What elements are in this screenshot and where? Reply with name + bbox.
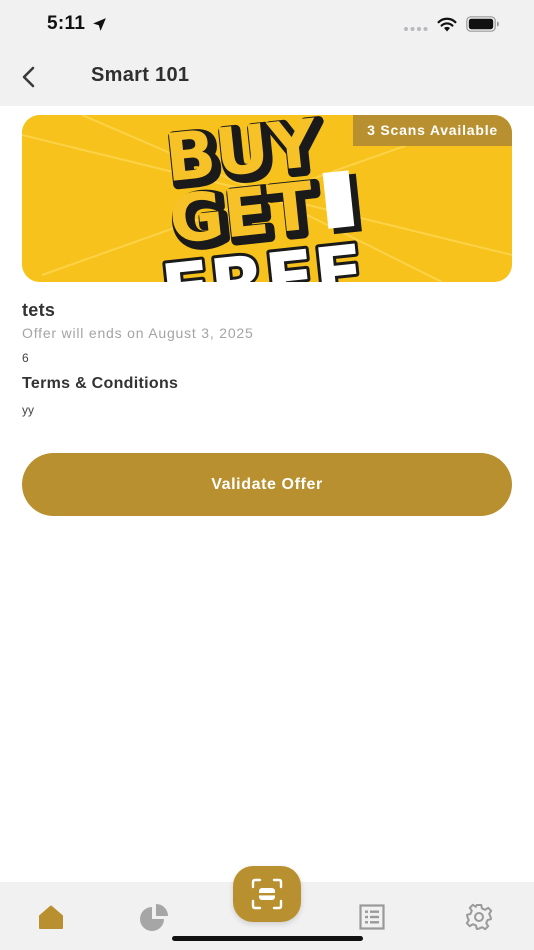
chevron-left-icon — [22, 66, 35, 88]
pie-chart-icon — [140, 904, 168, 931]
terms-heading: Terms & Conditions — [22, 375, 179, 392]
list-icon — [359, 904, 385, 930]
terms-text: yy — [22, 403, 34, 417]
signal-dots-icon — [404, 27, 428, 31]
status-time: 5:11 — [47, 13, 86, 34]
offer-end-date: Offer will ends on August 3, 2025 — [22, 325, 254, 341]
page-title: Smart 101 — [91, 64, 190, 86]
navigation-bar: Smart 101 — [0, 50, 534, 106]
tab-settings[interactable] — [464, 902, 494, 932]
location-arrow-icon — [93, 18, 106, 31]
home-icon — [39, 905, 63, 929]
tab-home[interactable] — [36, 902, 66, 932]
back-button[interactable] — [14, 62, 44, 92]
offer-banner-image: BUY BUY GET GET FREE 3 Scans Available — [22, 115, 512, 282]
status-bar: 5:11 — [0, 0, 534, 50]
scan-icon — [251, 878, 283, 910]
scan-button[interactable] — [233, 866, 301, 922]
offer-value: 6 — [22, 351, 29, 365]
offer-title: tets — [22, 300, 56, 320]
scans-available-badge: 3 Scans Available — [353, 115, 512, 146]
battery-icon — [466, 16, 499, 32]
wifi-icon — [437, 17, 457, 32]
gear-icon — [465, 903, 493, 931]
tab-list[interactable] — [357, 902, 387, 932]
tab-statistics[interactable] — [138, 902, 168, 932]
validate-offer-button[interactable]: Validate Offer — [22, 453, 512, 516]
home-indicator — [172, 936, 363, 941]
